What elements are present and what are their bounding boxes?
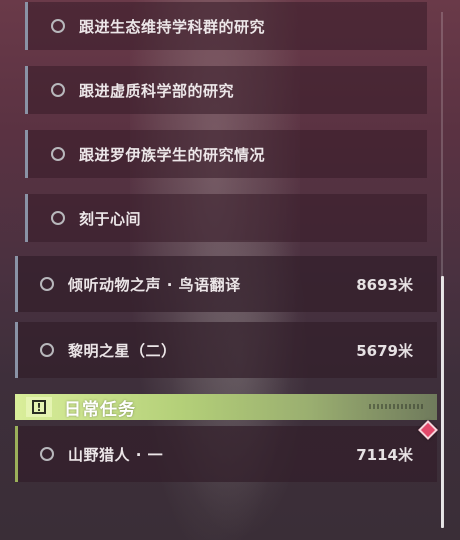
daily-task-item[interactable]: 山野猎人 · 一 7114米 [15, 426, 437, 482]
circle-icon [51, 83, 65, 97]
circle-icon [40, 343, 54, 357]
daily-quests-header[interactable]: ! 日常任务 [15, 394, 437, 420]
quest-item-main[interactable]: 倾听动物之声 · 鸟语翻译 8693米 [15, 256, 437, 312]
quest-item[interactable]: 跟进罗伊族学生的研究情况 [25, 130, 427, 178]
circle-icon [51, 19, 65, 33]
quest-distance: 7114米 [356, 445, 413, 464]
quest-title: 山野猎人 · 一 [68, 445, 164, 464]
scrollbar-thumb[interactable] [441, 276, 444, 528]
quest-title: 黎明之星（二） [68, 341, 177, 360]
quest-distance: 5679米 [356, 341, 413, 360]
exclamation-box-icon: ! [26, 397, 52, 417]
quest-title: 跟进虚质科学部的研究 [79, 81, 235, 100]
circle-icon [51, 147, 65, 161]
section-title: 日常任务 [64, 399, 136, 420]
quest-title: 倾听动物之声 · 鸟语翻译 [68, 275, 241, 294]
quest-item-main[interactable]: 黎明之星（二） 5679米 [15, 322, 437, 378]
quest-item[interactable]: 跟进生态维持学科群的研究 [25, 2, 427, 50]
quest-title: 刻于心间 [79, 209, 142, 228]
circle-icon [51, 211, 65, 225]
quest-item[interactable]: 跟进虚质科学部的研究 [25, 66, 427, 114]
circle-icon [40, 277, 54, 291]
quest-title: 跟进罗伊族学生的研究情况 [79, 145, 266, 164]
quest-item[interactable]: 刻于心间 [25, 194, 427, 242]
quest-list: 跟进生态维持学科群的研究 跟进虚质科学部的研究 跟进罗伊族学生的研究情况 刻于心… [0, 0, 460, 540]
circle-icon [40, 447, 54, 461]
quest-title: 跟进生态维持学科群的研究 [79, 17, 266, 36]
quest-distance: 8693米 [356, 275, 413, 294]
header-decoration [369, 404, 425, 409]
